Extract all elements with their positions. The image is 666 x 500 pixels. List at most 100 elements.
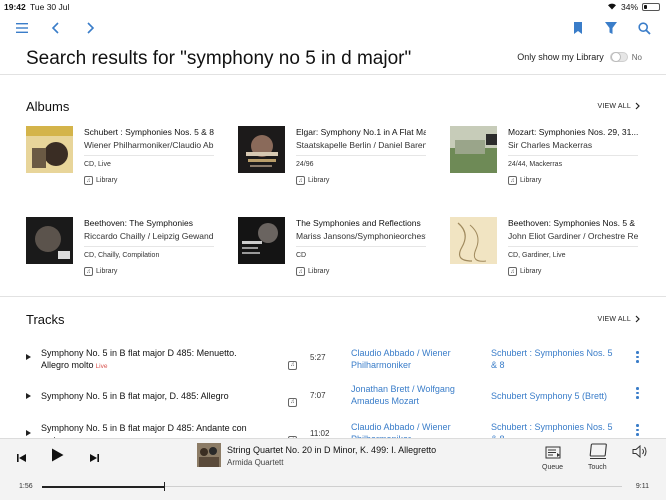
album-artist: Mariss Jansons/Symphonieorchester [296,231,426,241]
album-meta: CD, Chailly, Compilation [84,252,160,259]
library-label: Library [308,268,330,275]
album-cover [450,217,497,264]
album-meta: CD, Live [84,161,111,168]
album-title: Mozart: Symphonies Nos. 29, 31... [508,127,638,137]
albums-view-all-button[interactable]: VIEW ALL [597,102,640,110]
library-icon: ♫ [508,267,517,276]
album-card[interactable]: Beethoven: Symphonies Nos. 5 & 7 John El… [450,217,650,287]
toggle-knob [610,52,621,62]
now-playing-title[interactable]: String Quartet No. 20 in D Minor, K. 499… [227,445,436,455]
album-artist: Staatskapelle Berlin / Daniel Barenboim [296,140,426,150]
album-library-badge: ♫ Library [296,176,329,185]
album-divider [508,246,638,247]
track-artist-link[interactable]: Claudio Abbado / Wiener Philharmoniker [351,421,471,438]
next-track-icon[interactable] [89,450,99,468]
more-options-icon[interactable] [636,387,640,399]
library-toggle-state: No [631,52,642,62]
track-album-link[interactable]: Schubert Symphony 5 (Brett) [491,390,621,402]
album-divider [296,246,426,247]
play-track-icon[interactable] [26,393,31,399]
chevron-right-icon [635,102,640,110]
track-artist-link[interactable]: Claudio Abbado / Wiener Philharmoniker [351,347,471,371]
search-icon[interactable] [634,18,654,38]
album-divider [296,155,426,156]
album-card[interactable]: Schubert : Symphonies Nos. 5 & 8 Wiener … [26,126,226,196]
track-title: Symphony No. 5 in B flat major, D. 485: … [41,390,261,404]
album-title: Beethoven: Symphonies Nos. 5 & 7 [508,218,638,228]
play-icon[interactable] [51,448,64,467]
status-bar: 19:42 Tue 30 Jul 34% [0,0,666,14]
track-album-link[interactable]: Schubert : Symphonies Nos. 5 & 8 [491,421,621,438]
library-label: Library [520,177,542,184]
now-playing-cover[interactable] [197,443,221,467]
album-card[interactable]: The Symphonies and Reflections Mariss Ja… [238,217,438,287]
wifi-icon [607,2,617,12]
previous-track-icon[interactable] [17,450,27,468]
status-time: 19:42 [4,2,26,12]
touch-label[interactable]: Touch [588,464,607,471]
album-card[interactable]: Elgar: Symphony No.1 in A Flat Major Sta… [238,126,438,196]
album-card[interactable]: Beethoven: The Symphonies Riccardo Chail… [26,217,226,287]
elapsed-time: 1:56 [19,483,33,490]
album-meta: CD [296,252,307,259]
album-library-badge: ♫ Library [296,267,329,276]
back-icon[interactable] [46,18,66,38]
album-artist: Sir Charles Mackerras [508,140,593,150]
track-artist-link[interactable]: Jonathan Brett / Wolfgang Amadeus Mozart [351,383,471,407]
library-icon: ♫ [508,176,517,185]
album-library-badge: ♫ Library [84,176,117,185]
library-icon: ♫ [288,428,297,438]
track-row[interactable]: Symphony No. 5 in B flat major D 485: An… [0,418,666,438]
album-divider [84,246,214,247]
section-divider [0,296,666,297]
header-divider [0,74,666,75]
battery-percent: 34% [620,2,638,12]
volume-icon[interactable] [632,444,649,463]
library-toggle-switch[interactable] [609,52,628,62]
more-options-icon[interactable] [636,351,640,363]
library-icon: ♫ [288,390,297,408]
chevron-right-icon [635,315,640,323]
track-title: Symphony No. 5 in B flat major D 485: An… [41,422,261,438]
album-card[interactable]: Mozart: Symphonies Nos. 29, 31... Sir Ch… [450,126,650,196]
progress-slider[interactable] [42,482,622,491]
view-all-label: VIEW ALL [597,315,631,323]
more-options-icon[interactable] [636,424,640,436]
library-icon: ♫ [296,176,305,185]
library-label: Library [308,177,330,184]
track-row[interactable]: Symphony No. 5 in B flat major, D. 485: … [0,380,666,420]
queue-label[interactable]: Queue [542,464,563,471]
menu-icon[interactable] [12,18,32,38]
status-right: 34% [607,2,660,12]
player-bar: String Quartet No. 20 in D Minor, K. 499… [0,438,666,500]
progress-handle[interactable] [163,482,166,491]
now-playing-artist[interactable]: Armida Quartett [227,458,283,467]
album-meta: 24/96 [296,161,314,168]
album-meta: 24/44, Mackerras [508,161,563,168]
play-track-icon[interactable] [26,430,31,436]
touch-icon[interactable] [589,443,607,465]
battery-fill [644,5,648,9]
page-title: Search results for "symphony no 5 in d m… [26,48,412,69]
album-title: Elgar: Symphony No.1 in A Flat Major [296,127,426,137]
album-artist: John Eliot Gardiner / Orchestre Revoluti… [508,231,638,241]
progress-fill [42,485,164,488]
play-track-icon[interactable] [26,354,31,360]
album-cover [26,126,73,173]
track-album-link[interactable]: Schubert : Symphonies Nos. 5 & 8 [491,347,621,371]
album-cover [238,126,285,173]
track-duration: 11:02 [310,429,330,438]
album-library-badge: ♫ Library [508,176,541,185]
forward-icon[interactable] [80,18,100,38]
queue-icon[interactable] [545,446,561,464]
track-row[interactable]: Symphony No. 5 in B flat major D 485: Me… [0,340,666,380]
library-icon: ♫ [296,267,305,276]
album-meta: CD, Gardiner, Live [508,252,566,259]
bookmark-icon[interactable] [568,18,588,38]
album-divider [508,155,638,156]
filter-icon[interactable] [601,18,621,38]
album-artist: Riccardo Chailly / Leipzig Gewandhaus [84,231,214,241]
album-cover [450,126,497,173]
album-title: Beethoven: The Symphonies [84,218,193,228]
tracks-view-all-button[interactable]: VIEW ALL [597,315,640,323]
